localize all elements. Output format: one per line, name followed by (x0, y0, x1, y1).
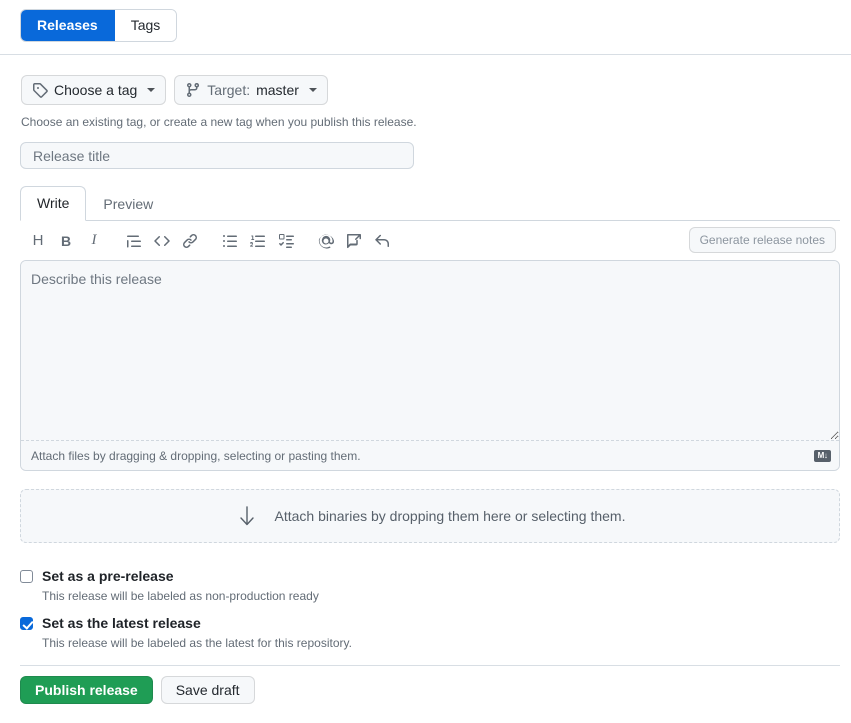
latest-release-row: Set as the latest release (20, 613, 352, 634)
chevron-down-icon (308, 88, 317, 92)
footer-divider (20, 665, 840, 666)
latest-release-note: This release will be labeled as the late… (42, 636, 352, 650)
git-branch-icon (185, 82, 201, 98)
releases-tags-nav: Releases Tags (20, 9, 178, 42)
tab-write[interactable]: Write (20, 186, 87, 221)
generate-release-notes-button[interactable]: Generate release notes (688, 227, 836, 253)
attach-files-hint: Attach files by dragging & dropping, sel… (31, 448, 361, 463)
editor-tabnav: Write Preview (20, 186, 840, 221)
bold-icon[interactable]: B (52, 227, 80, 255)
toolbar-group-block (120, 227, 204, 255)
italic-icon[interactable]: I (80, 227, 108, 255)
choose-tag-button[interactable]: Choose a tag (21, 75, 167, 105)
prerelease-label[interactable]: Set as a pre-release (42, 566, 174, 587)
description-textarea-wrap: Attach files by dragging & dropping, sel… (20, 260, 840, 471)
tag-target-row: Choose a tag Target: master (21, 75, 328, 105)
create-release-page: Releases Tags Choose a tag Target: maste… (0, 0, 851, 723)
prerelease-row: Set as a pre-release (20, 566, 319, 587)
toolbar-group-lists (216, 227, 300, 255)
tab-tags[interactable]: Tags (114, 10, 177, 41)
quote-icon[interactable] (120, 227, 148, 255)
attach-binaries-dropzone[interactable]: Attach binaries by dropping them here or… (20, 489, 840, 543)
link-icon[interactable] (176, 227, 204, 255)
target-value-label: master (256, 82, 299, 98)
segmented-control: Releases Tags (20, 9, 178, 42)
attach-files-bar: Attach files by dragging & dropping, sel… (21, 441, 839, 470)
prerelease-checkbox[interactable] (20, 570, 33, 583)
code-icon[interactable] (148, 227, 176, 255)
unordered-list-icon[interactable] (216, 227, 244, 255)
save-draft-button[interactable]: Save draft (160, 676, 255, 704)
markdown-toolbar: H B I Generate release notes (20, 221, 840, 260)
heading-icon[interactable]: H (24, 227, 52, 255)
release-description-editor: Write Preview H B I Generate release not… (20, 186, 840, 471)
toolbar-group-extras (312, 227, 396, 255)
target-prefix-label: Target: (207, 82, 251, 98)
tag-icon (32, 82, 48, 98)
download-arrow-icon (235, 504, 259, 528)
prerelease-option: Set as a pre-release This release will b… (20, 566, 319, 605)
ordered-list-icon[interactable] (244, 227, 272, 255)
choose-tag-label: Choose a tag (54, 82, 138, 98)
attach-binaries-label: Attach binaries by dropping them here or… (274, 508, 626, 524)
task-list-icon[interactable] (272, 227, 300, 255)
reference-icon[interactable] (368, 227, 396, 255)
tab-releases[interactable]: Releases (21, 10, 115, 41)
target-branch-button[interactable]: Target: master (174, 75, 328, 105)
release-description-textarea[interactable] (21, 261, 839, 441)
latest-release-label[interactable]: Set as the latest release (42, 613, 201, 634)
publish-release-button[interactable]: Publish release (20, 676, 153, 704)
form-actions: Publish release Save draft (20, 676, 255, 704)
prerelease-note: This release will be labeled as non-prod… (42, 589, 319, 603)
latest-release-checkbox[interactable] (20, 617, 33, 630)
tag-hint-text: Choose an existing tag, or create a new … (21, 115, 417, 129)
latest-release-option: Set as the latest release This release w… (20, 613, 352, 652)
toolbar-group-text: H B I (24, 227, 108, 255)
saved-reply-icon[interactable] (340, 227, 368, 255)
mention-icon[interactable] (312, 227, 340, 255)
chevron-down-icon (147, 88, 156, 92)
tab-preview[interactable]: Preview (86, 187, 170, 221)
release-title-input[interactable] (20, 142, 414, 169)
markdown-icon[interactable]: M↓ (814, 449, 831, 462)
header-divider (0, 54, 851, 55)
